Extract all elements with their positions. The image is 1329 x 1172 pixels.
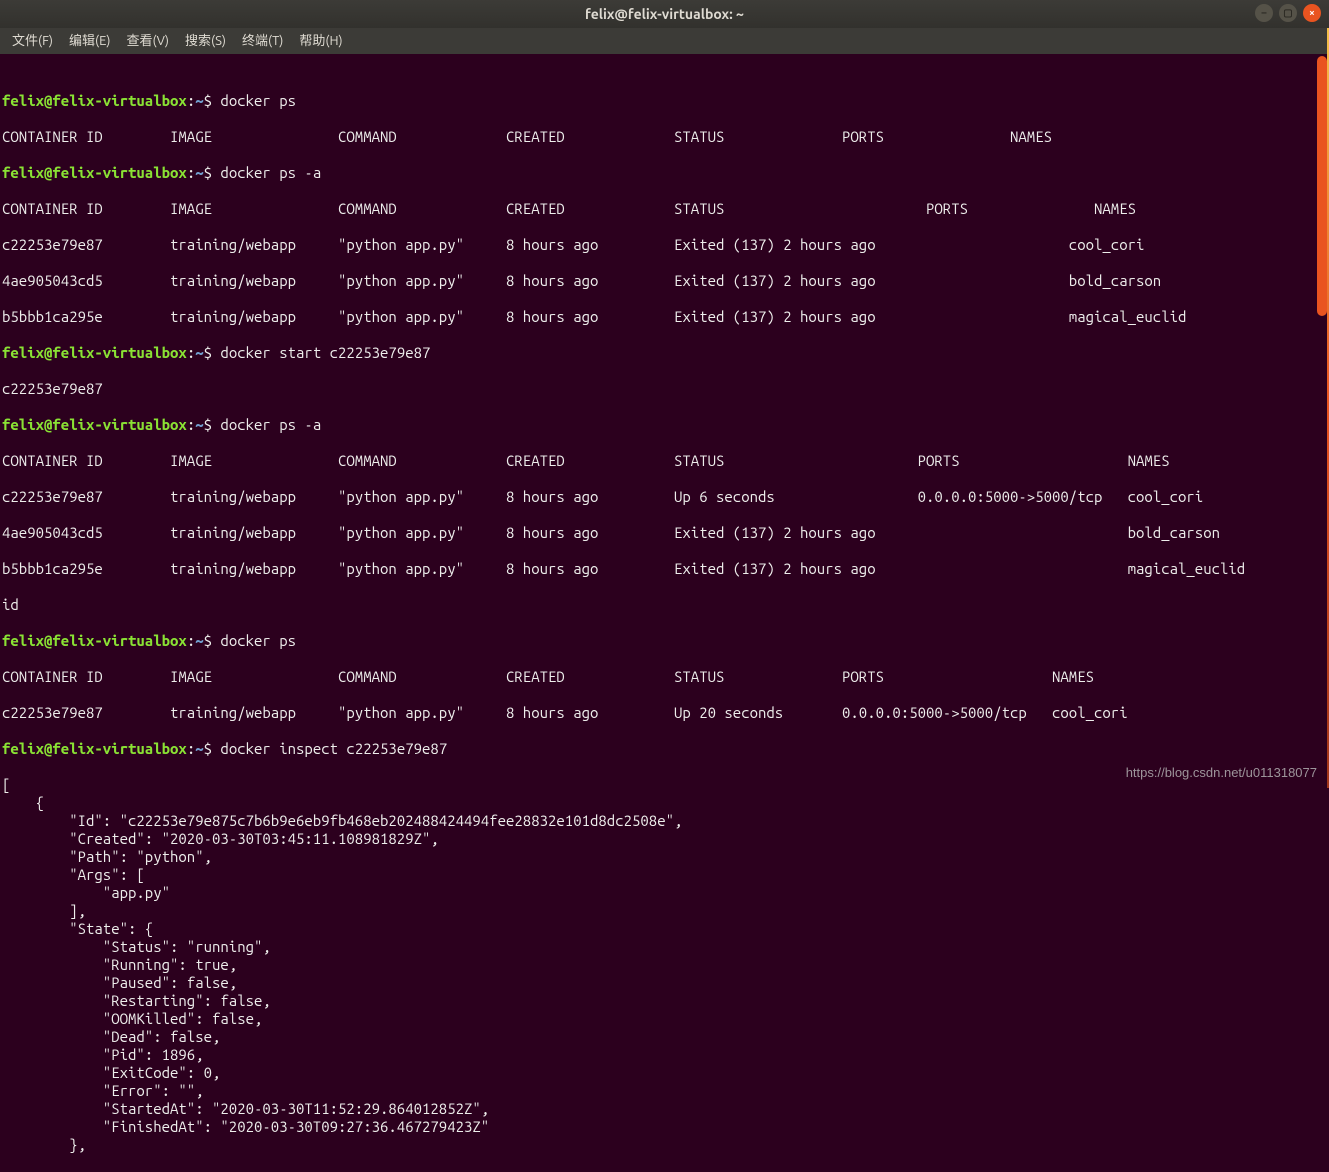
close-button[interactable]: ×: [1303, 4, 1321, 22]
output-line: CONTAINER ID IMAGE COMMAND CREATED STATU…: [0, 200, 1315, 218]
output-line: c22253e79e87 training/webapp "python app…: [0, 488, 1315, 506]
output-line: "app.py": [0, 884, 1315, 902]
menu-file[interactable]: 文件(F): [6, 32, 59, 50]
output-line: "Status": "running",: [0, 938, 1315, 956]
menu-edit[interactable]: 编辑(E): [63, 32, 116, 50]
output-line: {: [0, 794, 1315, 812]
prompt-path: ~: [195, 344, 203, 361]
window-controls: – ▢ ×: [1255, 4, 1321, 22]
prompt-sep: :: [187, 344, 195, 361]
prompt-dollar: $: [204, 740, 212, 757]
prompt-sep: :: [187, 164, 195, 181]
output-line: [: [0, 776, 1315, 794]
output-line: "Restarting": false,: [0, 992, 1315, 1010]
output-line: b5bbb1ca295e training/webapp "python app…: [0, 560, 1315, 578]
output-line: 4ae905043cd5 training/webapp "python app…: [0, 272, 1315, 290]
prompt-sep: :: [187, 632, 195, 649]
output-line: ],: [0, 902, 1315, 920]
output-line: "Error": "",: [0, 1082, 1315, 1100]
command-text: docker start c22253e79e87: [212, 344, 430, 361]
prompt-user: felix@felix-virtualbox: [2, 344, 187, 361]
output-line: c22253e79e87 training/webapp "python app…: [0, 704, 1315, 722]
output-line: "OOMKilled": false,: [0, 1010, 1315, 1028]
output-line: "State": {: [0, 920, 1315, 938]
prompt-dollar: $: [204, 416, 212, 433]
command-text: docker ps -a: [212, 164, 321, 181]
prompt-user: felix@felix-virtualbox: [2, 92, 187, 109]
prompt-path: ~: [195, 92, 203, 109]
output-line: CONTAINER ID IMAGE COMMAND CREATED STATU…: [0, 668, 1315, 686]
watermark-text: https://blog.csdn.net/u011318077: [1126, 764, 1317, 782]
output-line: "FinishedAt": "2020-03-30T09:27:36.46727…: [0, 1118, 1315, 1136]
output-line: 4ae905043cd5 training/webapp "python app…: [0, 524, 1315, 542]
prompt-dollar: $: [204, 164, 212, 181]
prompt-path: ~: [195, 164, 203, 181]
command-text: docker ps -a: [212, 416, 321, 433]
output-line: "Paused": false,: [0, 974, 1315, 992]
prompt-sep: :: [187, 92, 195, 109]
terminal-area[interactable]: felix@felix-virtualbox:~$ docker ps CONT…: [0, 54, 1329, 788]
prompt-user: felix@felix-virtualbox: [2, 416, 187, 433]
menu-terminal[interactable]: 终端(T): [236, 32, 289, 50]
output-line: CONTAINER ID IMAGE COMMAND CREATED STATU…: [0, 452, 1315, 470]
prompt-user: felix@felix-virtualbox: [2, 740, 187, 757]
command-text: docker inspect c22253e79e87: [212, 740, 447, 757]
prompt-user: felix@felix-virtualbox: [2, 632, 187, 649]
prompt-sep: :: [187, 740, 195, 757]
output-line: c22253e79e87: [0, 380, 1315, 398]
minimize-button[interactable]: –: [1255, 4, 1273, 22]
command-text: docker ps: [212, 92, 296, 109]
window-title: felix@felix-virtualbox: ~: [585, 5, 744, 23]
output-line: b5bbb1ca295e training/webapp "python app…: [0, 308, 1315, 326]
output-line: "Path": "python",: [0, 848, 1315, 866]
menu-help[interactable]: 帮助(H): [293, 32, 348, 50]
output-line: id: [0, 596, 1315, 614]
output-line: "ExitCode": 0,: [0, 1064, 1315, 1082]
output-line: c22253e79e87 training/webapp "python app…: [0, 236, 1315, 254]
menu-view[interactable]: 查看(V): [121, 32, 175, 50]
menu-bar: 文件(F) 编辑(E) 查看(V) 搜索(S) 终端(T) 帮助(H): [0, 28, 1329, 54]
prompt-path: ~: [195, 632, 203, 649]
output-line: "Id": "c22253e79e875c7b6b9e6eb9fb468eb20…: [0, 812, 1315, 830]
output-line: CONTAINER ID IMAGE COMMAND CREATED STATU…: [0, 128, 1315, 146]
menu-search[interactable]: 搜索(S): [179, 32, 232, 50]
prompt-path: ~: [195, 740, 203, 757]
maximize-button[interactable]: ▢: [1279, 4, 1297, 22]
prompt-dollar: $: [204, 632, 212, 649]
output-line: "Args": [: [0, 866, 1315, 884]
command-text: docker ps: [212, 632, 296, 649]
prompt-dollar: $: [204, 344, 212, 361]
prompt-path: ~: [195, 416, 203, 433]
prompt-user: felix@felix-virtualbox: [2, 164, 187, 181]
output-line: "StartedAt": "2020-03-30T11:52:29.864012…: [0, 1100, 1315, 1118]
output-line: "Pid": 1896,: [0, 1046, 1315, 1064]
scrollbar-thumb[interactable]: [1317, 56, 1327, 316]
output-line: "Dead": false,: [0, 1028, 1315, 1046]
output-line: "Running": true,: [0, 956, 1315, 974]
output-line: },: [0, 1136, 1315, 1154]
prompt-dollar: $: [204, 92, 212, 109]
window-titlebar: felix@felix-virtualbox: ~ – ▢ ×: [0, 0, 1329, 28]
prompt-sep: :: [187, 416, 195, 433]
inspect-output: [ { "Id": "c22253e79e875c7b6b9e6eb9fb468…: [0, 776, 1315, 1154]
output-line: "Created": "2020-03-30T03:45:11.10898182…: [0, 830, 1315, 848]
